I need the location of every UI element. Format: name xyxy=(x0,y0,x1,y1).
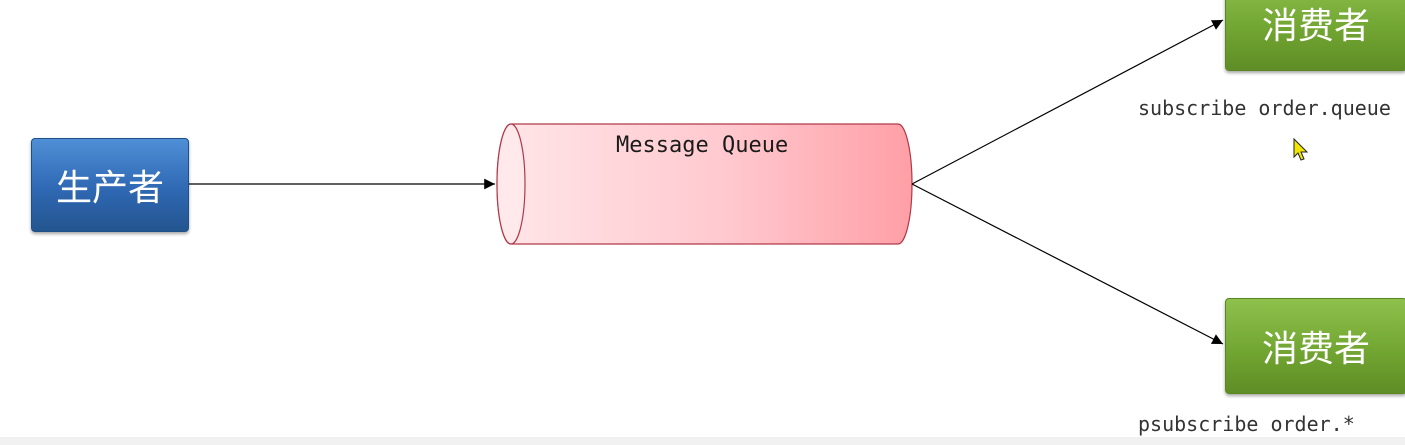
consumer-box-top: 消费者 xyxy=(1225,0,1405,71)
message-queue-label: Message Queue xyxy=(616,133,789,158)
flow-diagram xyxy=(188,19,1309,345)
producer-box: 生产者 xyxy=(31,138,189,232)
psubscribe-caption: psubscribe order.* xyxy=(1138,412,1355,436)
producer-label: 生产者 xyxy=(55,168,164,209)
mouse-cursor-icon xyxy=(1293,137,1309,161)
consumer-box-bottom: 消费者 xyxy=(1225,298,1405,394)
subscribe-caption: subscribe order.queue xyxy=(1138,96,1391,120)
bottom-bar xyxy=(0,437,1405,445)
consumer-label: 消费者 xyxy=(1261,329,1370,370)
consumer-label: 消费者 xyxy=(1261,6,1370,47)
arrow-queue-to-consumer-bottom xyxy=(911,183,1224,345)
